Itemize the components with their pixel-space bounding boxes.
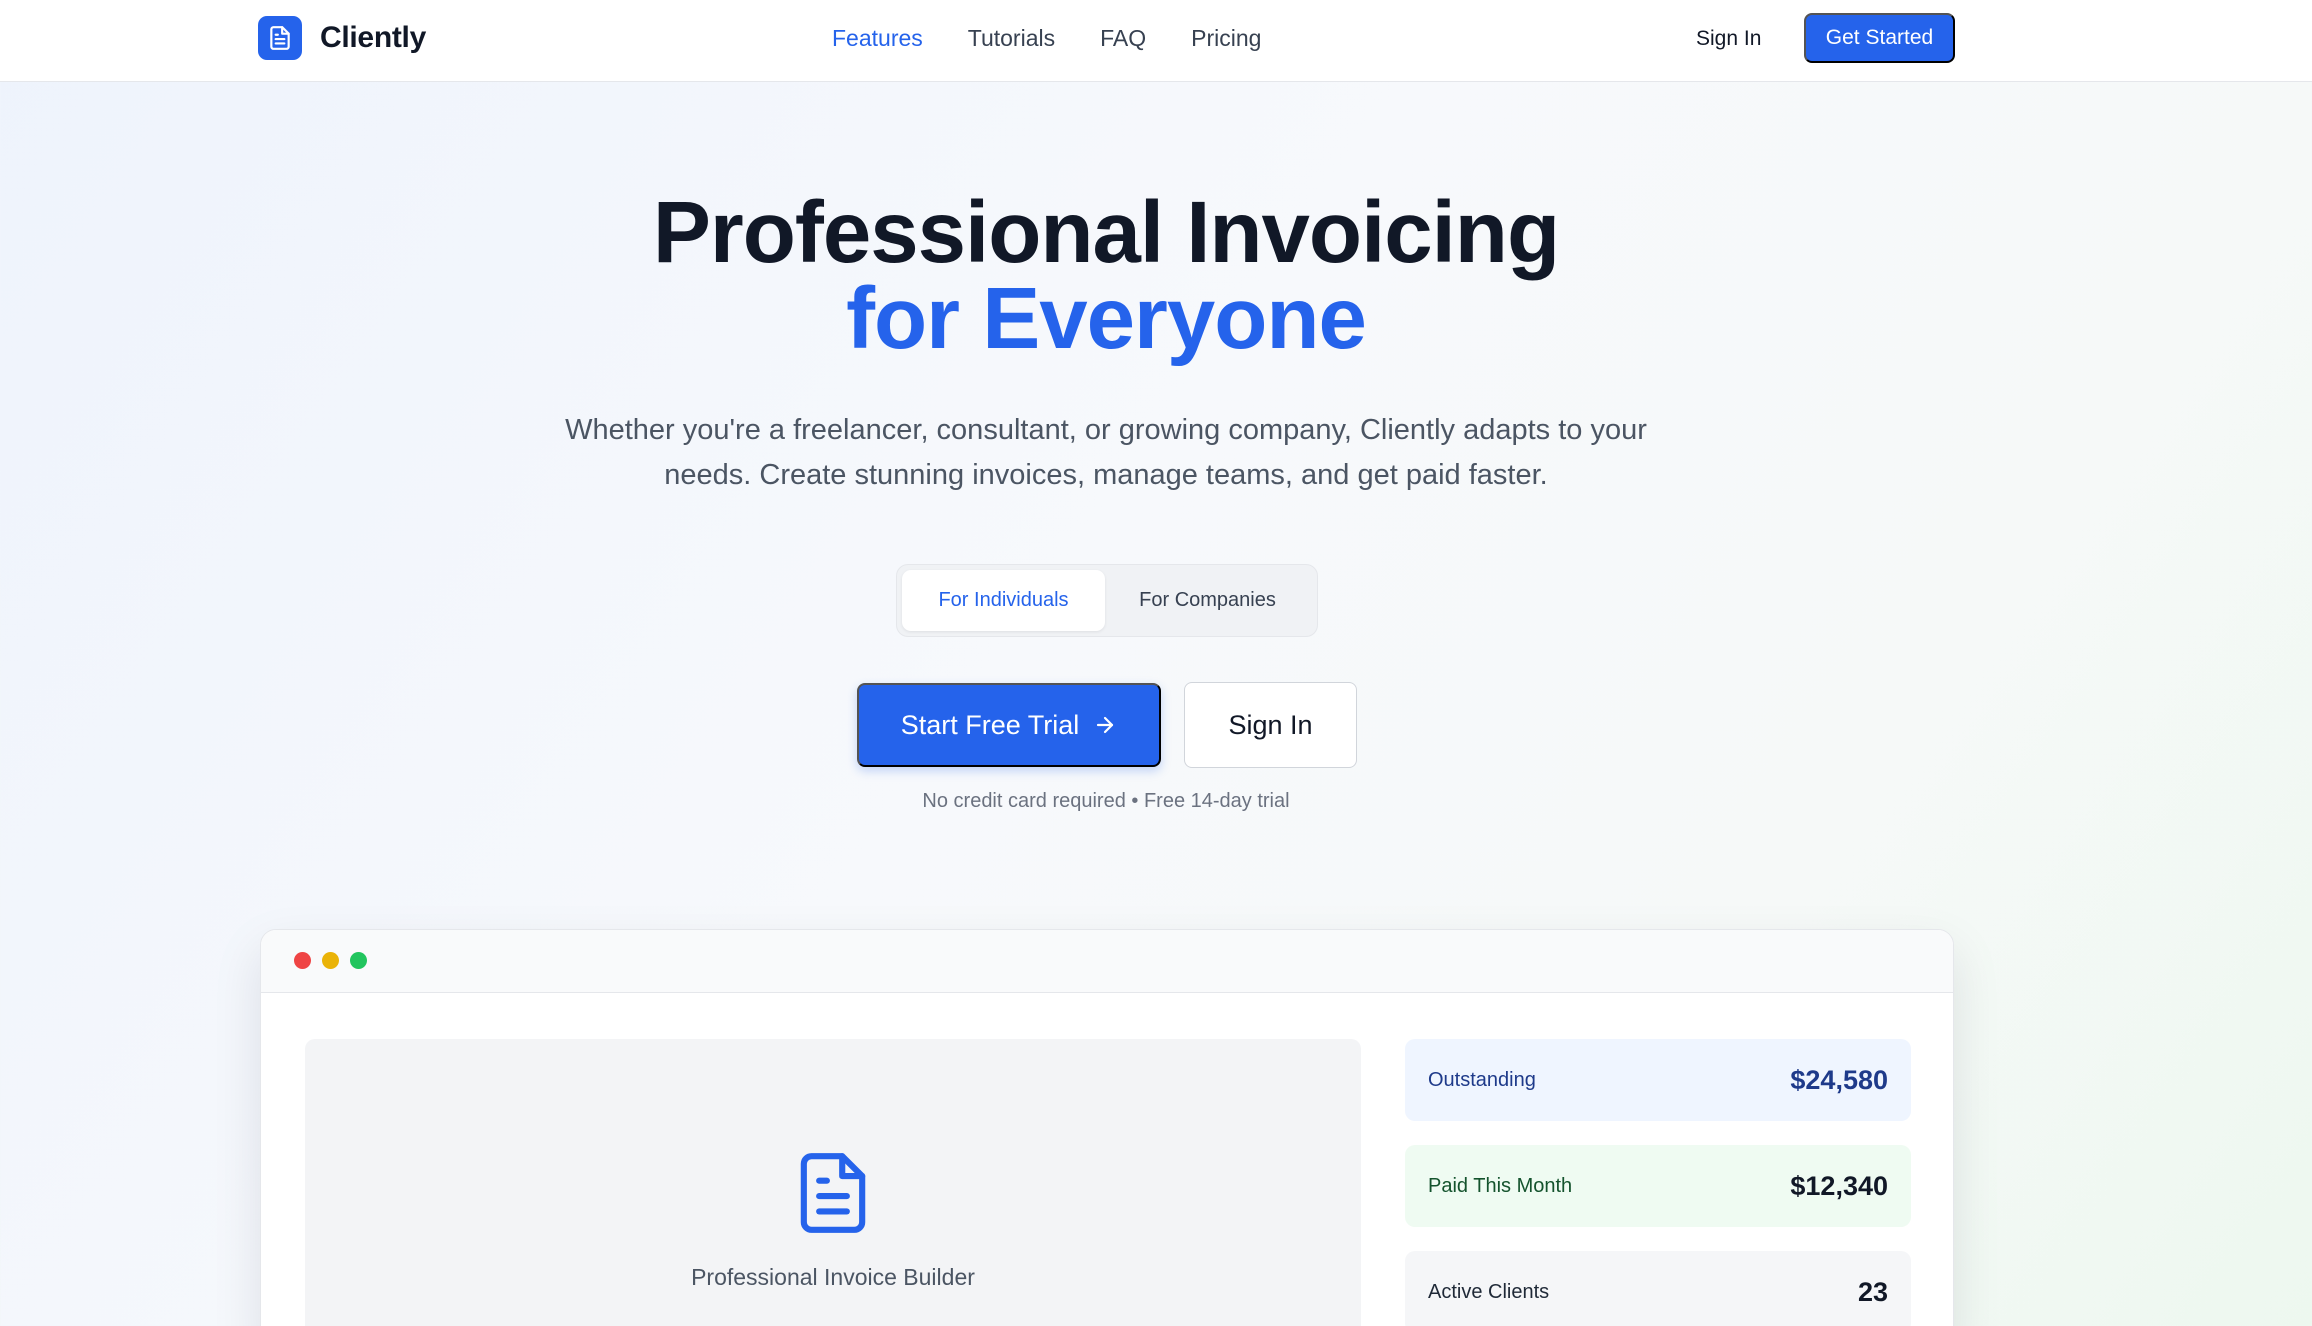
brand-logo[interactable]: Cliently — [258, 16, 426, 60]
app-preview-window: Professional Invoice Builder Outstanding… — [260, 929, 1954, 1326]
hero-title-line2: for Everyone — [846, 270, 1367, 367]
stat-card-outstanding: Outstanding $24,580 — [1405, 1039, 1911, 1121]
main-nav: Features Tutorials FAQ Pricing — [832, 23, 1306, 53]
window-close-dot — [294, 952, 311, 969]
window-minimize-dot — [322, 952, 339, 969]
document-logo-icon — [258, 16, 302, 60]
get-started-button[interactable]: Get Started — [1804, 13, 1955, 63]
invoice-builder-panel: Professional Invoice Builder — [305, 1039, 1361, 1326]
start-free-trial-button[interactable]: Start Free Trial — [857, 683, 1161, 767]
hero-subtitle: Whether you're a freelancer, consultant,… — [565, 414, 1647, 491]
stat-label: Paid This Month — [1428, 1174, 1573, 1197]
hero-title: Professional Invoicing for Everyone — [0, 189, 2212, 367]
window-maximize-dot — [350, 952, 367, 969]
audience-toggle: For Individuals For Companies — [896, 564, 1318, 637]
invoice-builder-label: Professional Invoice Builder — [691, 1264, 975, 1290]
toggle-for-individuals[interactable]: For Individuals — [902, 570, 1105, 631]
hero-sign-in-button[interactable]: Sign In — [1184, 682, 1357, 768]
nav-link-pricing[interactable]: Pricing — [1191, 23, 1261, 53]
nav-sign-in-link[interactable]: Sign In — [1696, 24, 1761, 54]
hero-title-line1: Professional Invoicing — [652, 184, 1560, 281]
nav-link-faq[interactable]: FAQ — [1100, 23, 1146, 53]
stat-label: Outstanding — [1428, 1068, 1536, 1091]
stat-label: Active Clients — [1428, 1280, 1550, 1303]
trial-fine-print: No credit card required • Free 14-day tr… — [922, 790, 1290, 812]
stat-value: $24,580 — [1790, 1064, 1888, 1095]
stat-card-active-clients: Active Clients 23 — [1405, 1251, 1911, 1326]
stat-card-paid-this-month: Paid This Month $12,340 — [1405, 1145, 1911, 1227]
nav-link-tutorials[interactable]: Tutorials — [968, 23, 1055, 53]
brand-name: Cliently — [320, 21, 426, 54]
toggle-for-companies[interactable]: For Companies — [1105, 570, 1310, 631]
start-free-trial-label: Start Free Trial — [900, 709, 1080, 740]
window-title-bar — [261, 930, 1953, 993]
arrow-right-icon — [1093, 713, 1117, 737]
top-navbar: Cliently Features Tutorials FAQ Pricing … — [0, 0, 2312, 82]
stat-value: $12,340 — [1790, 1170, 1888, 1201]
document-icon — [796, 1150, 870, 1241]
nav-link-features[interactable]: Features — [832, 23, 923, 53]
stat-value: 23 — [1857, 1276, 1888, 1307]
